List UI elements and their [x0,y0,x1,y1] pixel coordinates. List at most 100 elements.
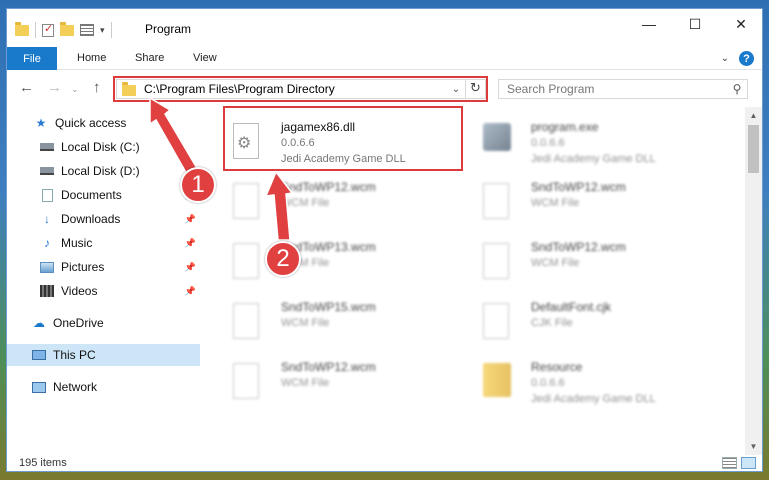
file-icon [233,243,259,279]
scroll-down-arrow-icon[interactable]: ▼ [745,438,762,455]
sidebar-item-label: Network [53,380,98,394]
sidebar-item-pictures[interactable]: Pictures 📌 [39,256,200,278]
tab-share[interactable]: Share [135,52,164,64]
forward-arrow-icon[interactable]: → [47,79,62,96]
file-icon [233,183,259,219]
drive-icon [39,140,55,154]
sidebar-item-local-disk-d[interactable]: Local Disk (D:) [39,160,200,182]
file-type: WCM File [531,197,580,209]
file-item[interactable]: SndToWP12.wcm WCM File [475,235,720,291]
file-type: WCM File [281,317,330,329]
tab-home[interactable]: Home [77,52,106,64]
help-icon[interactable]: ? [739,51,754,66]
file-description: Jedi Academy Game DLL [531,153,656,165]
file-item[interactable]: SndToWP12.wcm WCM File [225,175,470,231]
computer-icon [31,348,47,362]
explorer-window: ▾ Program — ☐ ✕ File Home Share View ⌄ ?… [6,8,763,472]
sidebar-item-music[interactable]: ♪ Music 📌 [39,232,200,254]
drive-icon [39,164,55,178]
file-type: WCM File [531,257,580,269]
file-highlight-box [223,106,463,171]
scrollbar-thumb[interactable] [748,125,759,173]
maximize-button[interactable]: ☐ [672,9,718,39]
sidebar-item-label: Music [61,236,93,250]
file-type: WCM File [281,197,330,209]
customize-toolbar-icon[interactable]: ▾ [100,25,105,36]
scroll-up-arrow-icon[interactable]: ▲ [745,107,762,124]
status-bar: 195 items [7,455,762,471]
sidebar-item-label: Documents [61,188,122,202]
folder-icon [483,363,511,397]
file-name: program.exe [531,120,599,134]
back-arrow-icon[interactable]: ← [19,79,34,96]
file-type: WCM File [281,377,330,389]
folder-icon[interactable] [15,21,29,36]
file-name: SndToWP12.wcm [531,180,626,194]
file-icon [233,363,259,399]
sidebar-item-this-pc[interactable]: This PC [7,344,200,366]
file-item[interactable]: SndToWP12.wcm WCM File [475,175,720,231]
sidebar-item-local-disk-c[interactable]: Local Disk (C:) [39,136,200,158]
pin-icon[interactable]: 📌 [185,262,196,273]
step-1-badge: 1 [180,167,216,203]
up-arrow-icon[interactable]: ↑ [93,79,101,96]
sidebar-item-documents[interactable]: Documents 📌 [39,184,200,206]
cloud-icon: ☁ [33,316,45,330]
close-button[interactable]: ✕ [718,9,762,39]
pin-icon[interactable]: 📌 [185,214,196,225]
file-item[interactable]: SndToWP12.wcm WCM File [225,355,470,411]
properties-icon[interactable] [80,24,94,36]
vertical-scrollbar[interactable]: ▲ ▼ [745,107,762,455]
sidebar-item-network[interactable]: Network [31,376,200,398]
star-icon: ★ [35,116,47,130]
window-controls: — ☐ ✕ [626,9,762,39]
file-item[interactable]: SndToWP13.wcm WCM File [225,235,470,291]
sidebar-item-videos[interactable]: Videos 📌 [39,280,200,302]
file-description: Jedi Academy Game DLL [531,393,656,405]
file-name: DefaultFont.cjk [531,300,612,314]
file-item[interactable]: program.exe 0.0.6.6 Jedi Academy Game DL… [475,115,720,171]
sidebar-item-label: Downloads [61,212,121,226]
file-type: CJK File [531,317,573,329]
file-name: SndToWP12.wcm [281,180,376,194]
recent-locations-chevron-icon[interactable]: ⌄ [71,84,79,95]
tab-file[interactable]: File [7,47,57,70]
file-item[interactable]: SndToWP15.wcm WCM File [225,295,470,351]
search-input[interactable]: Search Program ⚲ [498,79,748,99]
sidebar-item-onedrive[interactable]: ☁ OneDrive [31,312,200,334]
sidebar-item-label: Videos [61,284,98,298]
sidebar-item-label: Quick access [55,116,127,130]
file-version: 0.0.6.6 [531,137,565,149]
sidebar-item-quick-access[interactable]: ★ Quick access [33,112,226,134]
search-placeholder: Search Program [507,82,595,96]
file-item[interactable]: Resource 0.0.6.6 Jedi Academy Game DLL [475,355,720,411]
pictures-icon [39,260,55,274]
minimize-button[interactable]: — [626,9,672,39]
sidebar-item-downloads[interactable]: ↓ Downloads 📌 [39,208,200,230]
sidebar-item-label: OneDrive [53,316,104,330]
pin-icon[interactable]: 📌 [185,286,196,297]
new-folder-icon[interactable] [60,21,74,36]
ribbon-tabs: File Home Share View ⌄ ? [7,47,762,70]
divider [35,22,36,38]
divider [110,22,112,38]
pin-icon[interactable]: 📌 [185,238,196,249]
search-icon[interactable]: ⚲ [727,82,747,96]
details-view-icon[interactable] [722,457,737,469]
file-icon [233,303,259,339]
expand-ribbon-chevron-icon[interactable]: ⌄ [721,53,729,64]
file-icon [483,303,509,339]
large-icons-view-icon[interactable] [741,457,756,469]
ribbon-right: ⌄ ? [721,51,754,66]
file-name: Resource [531,360,583,374]
file-name: SndToWP15.wcm [281,300,376,314]
tab-view[interactable]: View [193,52,217,64]
sidebar-item-label: This PC [53,348,96,362]
file-item[interactable]: DefaultFont.cjk CJK File [475,295,720,351]
properties-check-icon[interactable] [42,22,54,37]
quick-access-toolbar: ▾ [15,21,112,38]
window-title: Program [145,22,192,36]
navigation-bar: ← → ⌄ ↑ C:\Program Files\Program Directo… [7,71,762,107]
file-name: SndToWP12.wcm [531,240,626,254]
music-icon: ♪ [44,236,50,250]
